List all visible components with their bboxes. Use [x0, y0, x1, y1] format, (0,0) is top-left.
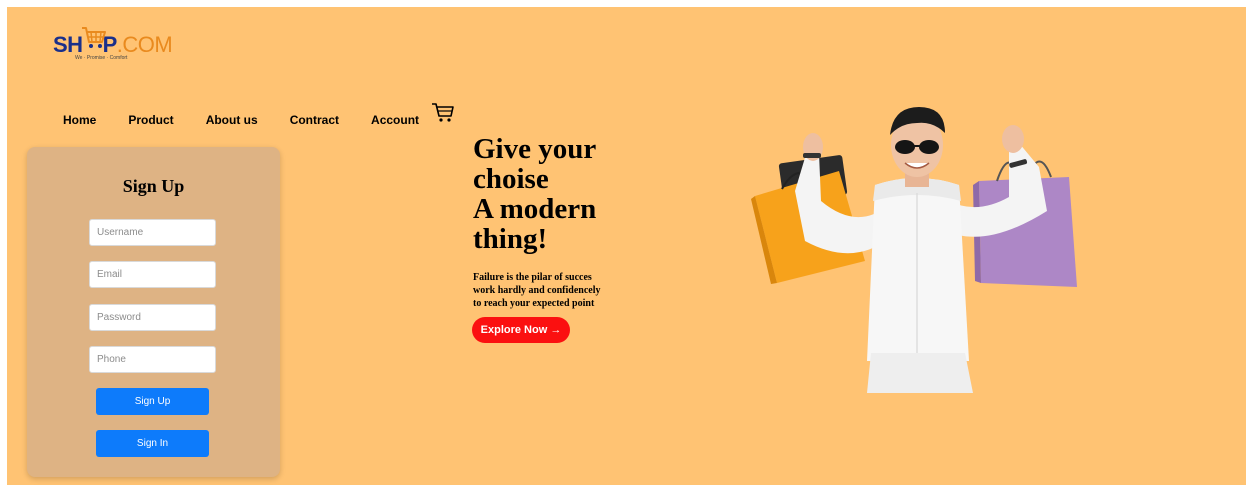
main-nav: Home Product About us Contract Account [63, 113, 419, 127]
logo-tagline: We · Promise · Comfort [75, 55, 128, 61]
nav-product[interactable]: Product [128, 113, 173, 127]
logo-prefix: SH [53, 32, 83, 57]
nav-contract[interactable]: Contract [290, 113, 339, 127]
logo-cart-icon [82, 27, 106, 48]
shopping-cart-icon[interactable] [431, 102, 455, 124]
username-input[interactable] [89, 219, 216, 246]
page: SH P.COM We · Promise · Comfort Home Prod… [7, 7, 1246, 485]
site-logo[interactable]: SH P.COM We · Promise · Comfort [53, 25, 173, 65]
hero-subtitle-line: to reach your expected point [473, 298, 595, 309]
hero-title-line: A modern [473, 193, 597, 225]
hero-subtitle-line: work hardly and confidencely [473, 285, 601, 296]
hero-subtitle: Failure is the pilar of succes work hard… [473, 271, 673, 310]
logo-suffix: .COM [116, 32, 173, 57]
signup-title: Sign Up [122, 176, 185, 196]
hero-title-line: thing! [473, 223, 548, 255]
signup-button[interactable]: Sign Up [96, 388, 209, 415]
password-input[interactable] [89, 304, 216, 331]
signin-button[interactable]: Sign In [96, 430, 209, 457]
phone-input[interactable] [89, 346, 216, 373]
nav-home[interactable]: Home [63, 113, 96, 127]
hero-title-line: Give your [473, 133, 597, 165]
nav-account[interactable]: Account [371, 113, 419, 127]
nav-about-us[interactable]: About us [206, 113, 258, 127]
email-input[interactable] [89, 261, 216, 288]
hero-title: Give your choise A modern thing! [473, 134, 673, 254]
explore-now-button[interactable]: Explore Now → [472, 317, 570, 343]
hero-title-line: choise [473, 163, 549, 195]
signup-card: Sign Up Sign Up Sign In [27, 147, 280, 477]
hero-shopper-illustration [751, 107, 1077, 393]
hero-subtitle-line: Failure is the pilar of succes [473, 272, 592, 283]
